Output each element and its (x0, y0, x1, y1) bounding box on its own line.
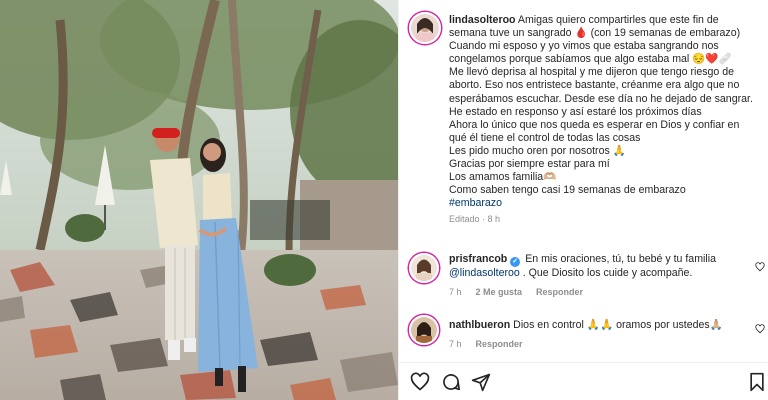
comment-text: En mis oraciones, tú, tu bebé y tu famil… (525, 253, 716, 265)
caption-line: esperábamos escuchar. Desde ese día no h… (449, 92, 753, 105)
caption-line: semana tuve un sangrado 🩸 (con 19 semana… (449, 27, 741, 40)
action-bar (399, 362, 768, 400)
edited-timestamp: Editado · 8 h (449, 214, 501, 225)
verified-icon: ✓ (510, 257, 521, 267)
post-content[interactable]: lindasolteroo Amigas quiero compartirles… (399, 0, 768, 362)
comment-icon[interactable] (441, 372, 461, 392)
caption-line: Los amamos familia🫶🏼 (449, 171, 557, 184)
commenter-username[interactable]: nathlbueron (449, 319, 510, 331)
comment-text: Dios en control 🙏🙏 oramos por ustedes🙏🏼 (513, 319, 723, 331)
comment-time: 7 h (449, 338, 462, 349)
author-username[interactable]: lindasolteroo (449, 14, 516, 26)
caption-line: He estado en responso y así estaré los p… (449, 105, 702, 118)
caption-line: Les pido mucho oren por nosotros 🙏 (449, 144, 626, 157)
commenter-username[interactable]: prisfrancob (449, 253, 507, 265)
caption-line: qué él tiene el control de todas las cos… (449, 131, 641, 144)
caption-line: aborto. Eso nos entristece bastante, cré… (449, 79, 740, 92)
comment-text-continued: . Que Diosito los cuide y acompañe. (522, 267, 693, 279)
comment-like-icon[interactable] (755, 262, 765, 272)
comment-meta: 7 h 2 Me gusta Responder (449, 286, 744, 300)
comment-time: 7 h (449, 286, 462, 297)
mention-link[interactable]: @lindasolteroo (449, 267, 520, 279)
comment-item: prisfrancob ✓ En mis oraciones, tú, tu b… (449, 253, 744, 299)
caption-line: Cuando mi esposo y yo vimos que estaba s… (449, 40, 719, 53)
share-icon[interactable] (471, 372, 491, 392)
caption-line: Como saben tengo casi 19 semanas de emba… (449, 184, 686, 197)
heart-icon[interactable] (410, 372, 430, 392)
comment-like-icon[interactable] (755, 324, 765, 334)
post-caption: lindasolteroo Amigas quiero compartirles… (449, 14, 753, 227)
caption-line: Me llevó deprisa al hospital y me dijero… (449, 66, 735, 79)
author-avatar[interactable] (409, 12, 441, 44)
comment-likes[interactable]: 2 Me gusta (476, 286, 523, 300)
reply-button[interactable]: Responder (536, 286, 583, 300)
post-panel: lindasolteroo Amigas quiero compartirles… (398, 0, 768, 400)
reply-button[interactable]: Responder (476, 338, 523, 352)
comment-item: nathlbueron Dios en control 🙏🙏 oramos po… (449, 319, 744, 351)
caption-line: Amigas quiero compartirles que este fin … (517, 14, 719, 26)
caption-line: Gracias por siempre estar para mí (449, 158, 610, 171)
commenter-avatar[interactable] (409, 315, 439, 345)
post-photo (0, 0, 398, 400)
caption-line: Ahora lo único que nos queda es esperar … (449, 118, 740, 131)
commenter-avatar[interactable] (409, 253, 439, 283)
comment-meta: 7 h Responder (449, 338, 744, 352)
hashtag-link[interactable]: #embarazo (449, 197, 749, 210)
bookmark-icon[interactable] (747, 372, 767, 392)
caption-line: congelamos porque sabíamos que algo esta… (449, 53, 732, 66)
